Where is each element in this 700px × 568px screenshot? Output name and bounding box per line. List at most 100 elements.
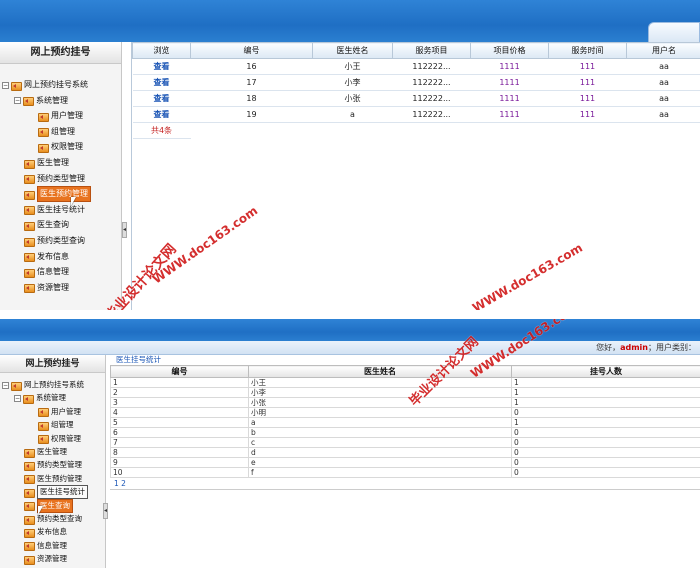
sidebar-item-5[interactable]: 医生查询 [24,498,73,513]
sidebar-item-5[interactable]: 医生查询 [24,218,69,232]
sidebar-item-3[interactable]: 医生预约管理 [24,186,91,203]
sidebar: 网上预约挂号 − 网上预约挂号系统 − 系统管理用户管理 组管理权限管理 医生管理预约类型… [0,355,106,568]
user-bar: 您好，admin；用户类别： [0,341,700,355]
table-cell: 0 [511,427,700,438]
nav-label: 资源管理 [37,282,69,292]
sidebar-item-4[interactable]: 医生挂号统计 [24,485,88,500]
sidebar-item-1[interactable]: 医生管理 [24,156,69,170]
column-header[interactable]: 服务项目 [392,42,471,59]
view-link[interactable]: 查看 [132,90,191,107]
table-cell: 6 [110,427,249,438]
column-header[interactable]: 医生姓名 [312,42,393,59]
tree-toggle-icon[interactable]: − [2,81,9,89]
table-cell: 7 [110,437,249,448]
folder-arrow-icon [24,448,35,458]
sidebar-item-8[interactable]: 信息管理 [24,265,69,279]
sidebar-collapse-toggle[interactable]: ◂ [122,222,127,238]
sidebar-item-6[interactable]: 预约类型查询 [24,234,85,248]
screenshot-bottom: 您好，admin；用户类别： 网上预约挂号 − 网上预约挂号系统 − 系统管理用户管理… [0,319,700,568]
folder-arrow-icon [24,555,35,565]
table-cell: e [248,457,512,468]
column-header[interactable]: 编号 [190,42,313,59]
table-row: 9e0 [110,457,700,468]
sidebar: 网上预约挂号 − 网上预约挂号系统 − 系统管理 用户管理 组管理 权限管理 医生管理 预约类型… [0,42,122,310]
mouse-cursor [71,197,76,206]
folder-arrow-icon [23,394,34,404]
sidebar-item-8[interactable]: 信息管理 [24,540,67,552]
sidebar-item-1[interactable]: 医生管理 [24,446,67,458]
sidebar-collapse-toggle[interactable]: ◂ [103,503,108,519]
table-cell: 2 [110,387,249,398]
sidebar-subitem-3[interactable]: 权限管理 [38,433,81,445]
nav-label: 网上预约挂号系统 [24,80,88,89]
folder-arrow-icon [24,190,35,200]
sidebar-item-9[interactable]: 资源管理 [24,553,67,565]
tree-group-system[interactable]: − 系统管理 [14,392,66,404]
table-row: 4 小明 0 [110,407,700,418]
table-cell: 0 [511,407,700,418]
tree-toggle-icon[interactable]: − [2,381,9,389]
table-cell: 小明 [248,407,512,418]
table-row: 8d0 [110,447,700,458]
table-cell: 112222... [392,106,471,123]
view-link[interactable]: 查看 [132,58,191,75]
banner-tab [648,22,700,42]
table-cell: 111 [548,58,627,75]
table-cell: 111 [548,106,627,123]
column-header[interactable]: 项目价格 [470,42,549,59]
tree-root[interactable]: − 网上预约挂号系统 [2,379,84,391]
view-link[interactable]: 查看 [132,106,191,123]
sidebar-subitem-3[interactable]: 权限管理 [38,140,83,154]
table-cell: 1111 [470,74,549,91]
sidebar-item-2[interactable]: 预约类型管理 [24,172,85,186]
nav-label: 预约类型管理 [37,460,82,470]
sidebar-item-2[interactable]: 预约类型管理 [24,459,82,471]
sidebar-item-3[interactable]: 医生预约管理 [24,473,82,485]
nav-label: 权限管理 [51,142,83,152]
table-cell: 112222... [392,74,471,91]
view-link[interactable]: 查看 [132,74,191,91]
sidebar-subitem-1[interactable]: 用户管理 [38,406,81,418]
top-banner [0,0,700,42]
tree-group-system[interactable]: − 系统管理 [14,94,68,108]
column-header[interactable]: 用户名 [626,42,700,59]
table-cell: 19 [190,106,313,123]
sidebar-item-7[interactable]: 发布信息 [24,526,67,538]
table-row: 查看 18 小张 112222... 1111 111 aa [132,90,700,107]
folder-arrow-icon [23,96,34,107]
table-row: 查看 16 小王 112222... 1111 111 aa [132,58,700,75]
column-header[interactable]: 服务时间 [548,42,627,59]
sidebar-subitem-2[interactable]: 组管理 [38,419,74,431]
sidebar-subitem-1[interactable]: 用户管理 [38,109,83,123]
nav-label: 医生预约管理 [37,473,82,483]
screenshot-separator [0,310,700,319]
user-type-label: ；用户类别： [648,343,696,352]
tree-toggle-icon[interactable]: − [14,97,21,105]
nav-label: 资源管理 [37,554,67,564]
nav-label: 发布信息 [37,251,69,261]
pagination[interactable]: 1 2 [110,478,700,490]
tree-toggle-icon[interactable]: − [14,394,21,402]
folder-arrow-icon [11,381,22,391]
mouse-cursor [38,506,43,515]
table-cell: 1 [511,377,700,388]
nav-label: 信息管理 [37,267,69,277]
sidebar-item-7[interactable]: 发布信息 [24,250,69,264]
sidebar-title: 网上预约挂号 [0,355,105,373]
column-header[interactable]: 挂号人数 [511,365,700,378]
table-cell: b [248,427,512,438]
nav-label: 医生预约管理 [37,186,91,203]
tree-root[interactable]: − 网上预约挂号系统 [2,78,88,92]
table-cell: 0 [511,437,700,448]
table-cell: 1 [511,417,700,428]
column-header[interactable]: 编号 [110,365,249,378]
sidebar-item-6[interactable]: 预约类型查询 [24,513,82,525]
main-content: 医生挂号统计 编号 医生姓名 挂号人数 1 小王 1 2 小李 1 3 小张 1 4 小明 0 5 a 1 6 b 0… [110,355,700,568]
table-cell: 1111 [470,90,549,107]
sidebar-item-9[interactable]: 资源管理 [24,281,69,295]
folder-arrow-icon [38,143,49,153]
nav-label: 预约类型查询 [37,514,82,523]
column-header[interactable]: 浏览 [132,42,191,59]
sidebar-subitem-2[interactable]: 组管理 [38,125,75,139]
folder-arrow-icon [24,488,35,498]
